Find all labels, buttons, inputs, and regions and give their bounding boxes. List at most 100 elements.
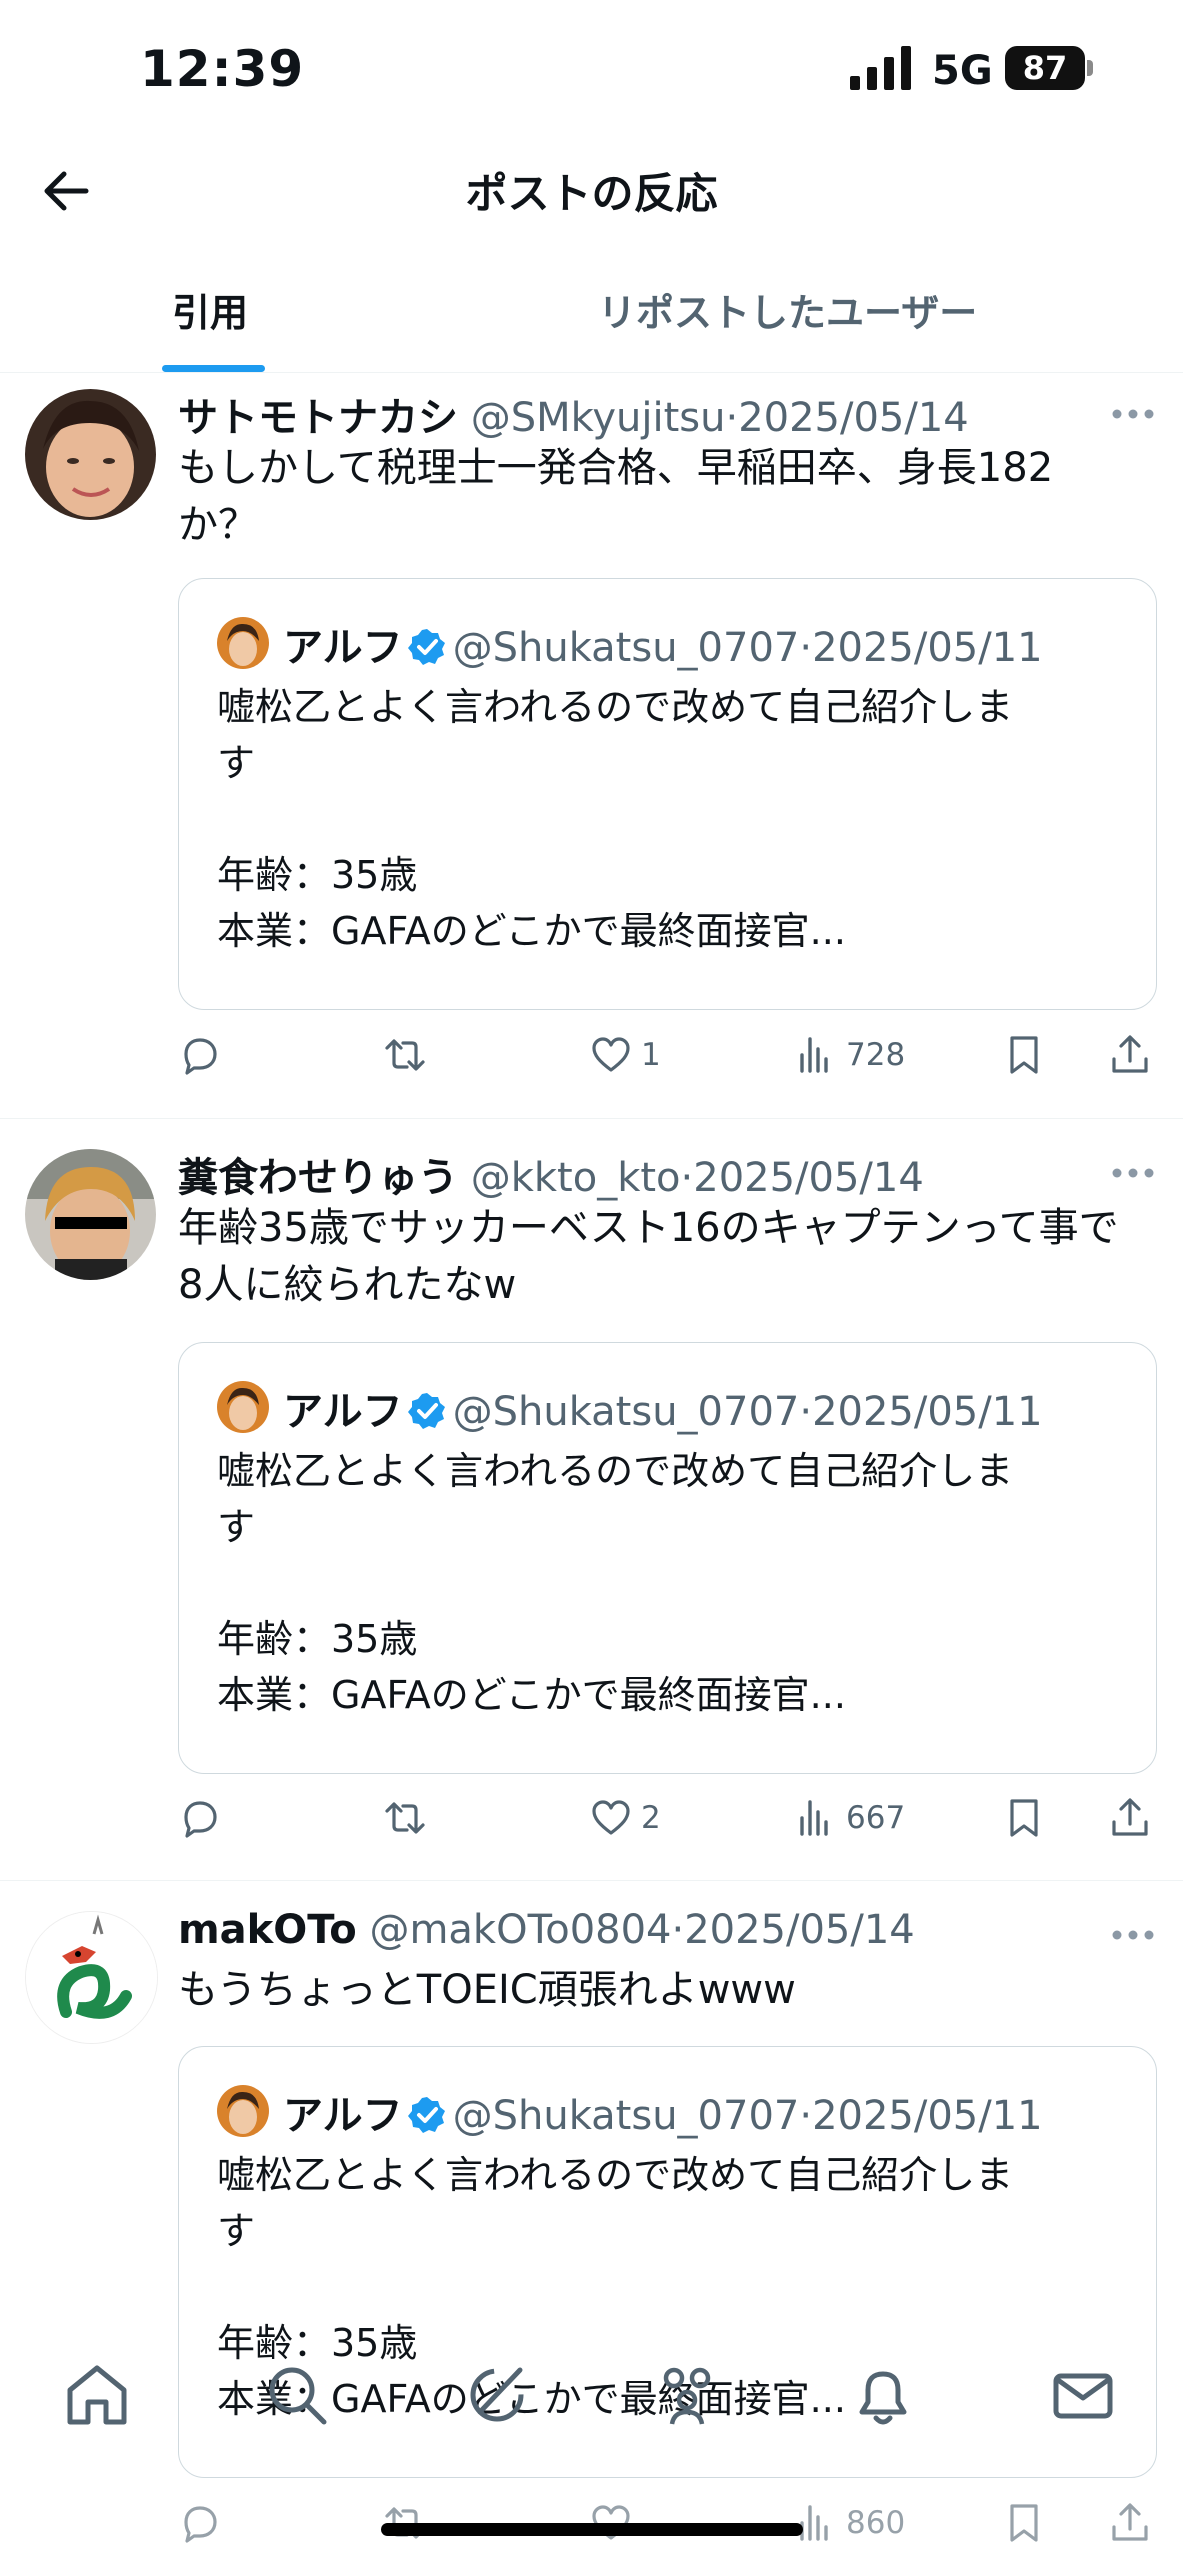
post-text: もうちょっとTOEIC頑張れよwww bbox=[178, 1967, 796, 2013]
post-date[interactable]: 2025/05/14 bbox=[738, 395, 969, 441]
quoted-date: 2025/05/11 bbox=[812, 2093, 1043, 2139]
status-time: 12:39 bbox=[140, 40, 305, 98]
like-count: 1 bbox=[641, 1037, 661, 1073]
separator: · bbox=[680, 1155, 694, 1201]
page-title: ポストの反応 bbox=[465, 169, 718, 218]
battery-level: 87 bbox=[1005, 46, 1085, 90]
quoted-header: アルフ @Shukatsu_0707·2025/05/11 bbox=[283, 615, 1043, 673]
like-button[interactable]: 2 bbox=[589, 1788, 661, 1848]
bookmark-button[interactable] bbox=[1002, 1788, 1046, 1848]
reply-button[interactable] bbox=[178, 1788, 222, 1848]
notifications-icon[interactable] bbox=[848, 2360, 918, 2430]
quoted-display-name: アルフ bbox=[283, 2093, 403, 2139]
home-icon[interactable] bbox=[62, 2360, 132, 2430]
display-name[interactable]: サトモトナカシ bbox=[178, 395, 458, 441]
quoted-text: 嘘松乙とよく言われるので改めて自己紹介しま す 年齢：35歳 本業：GAFAのど… bbox=[217, 685, 1014, 953]
heart-icon bbox=[592, 1037, 630, 1072]
verified-badge-icon bbox=[407, 2097, 445, 2133]
post-text: もしかして税理士一発合格、早稲田卒、身長182 か？ bbox=[178, 445, 1054, 548]
repost-icon bbox=[385, 1802, 425, 1834]
quoted-header: アルフ @Shukatsu_0707·2025/05/11 bbox=[283, 1379, 1043, 1437]
quoted-text: 嘘松乙とよく言われるので改めて自己紹介しま す 年齢：35歳 本業：GAFAのど… bbox=[217, 1449, 1014, 1717]
quoted-avatar bbox=[217, 2085, 269, 2137]
share-button[interactable] bbox=[1108, 1788, 1152, 1848]
heart-icon bbox=[592, 1800, 630, 1835]
post-header: makOTo @makOTo0804·2025/05/14 bbox=[178, 1907, 915, 1953]
quoted-post[interactable]: アルフ @Shukatsu_0707·2025/05/11 嘘松乙とよく言われるの… bbox=[178, 578, 1157, 1010]
repost-icon bbox=[385, 1039, 425, 1071]
header: ポストの反応 bbox=[0, 140, 1183, 240]
avatar[interactable] bbox=[25, 1149, 156, 1280]
bookmark-icon bbox=[1010, 1036, 1038, 1074]
view-count: 667 bbox=[846, 1800, 906, 1836]
quoted-handle: @Shukatsu_0707 bbox=[452, 2093, 800, 2139]
verified-badge-icon bbox=[407, 1393, 445, 1429]
quoted-date: 2025/05/11 bbox=[812, 625, 1043, 671]
battery-cap bbox=[1087, 60, 1093, 76]
active-tab-indicator bbox=[162, 365, 265, 372]
views-button[interactable]: 667 bbox=[794, 1788, 905, 1848]
communities-icon[interactable] bbox=[652, 2360, 722, 2430]
display-name[interactable]: makOTo bbox=[178, 1907, 357, 1953]
quoted-avatar bbox=[217, 1381, 269, 1433]
separator: · bbox=[799, 2093, 813, 2139]
quoted-header: アルフ @Shukatsu_0707·2025/05/11 bbox=[283, 2083, 1043, 2141]
post-item[interactable]: サトモトナカシ @SMkyujitsu·2025/05/14 もしかして税理士一… bbox=[0, 373, 1183, 1119]
quoted-post[interactable]: アルフ @Shukatsu_0707·2025/05/11 嘘松乙とよく言われるの… bbox=[178, 1342, 1157, 1774]
views-icon bbox=[800, 1800, 828, 1836]
post-item[interactable]: 糞食わせりゅう @kkto_kto·2025/05/14 年齢35歳でサッカーベ… bbox=[0, 1118, 1183, 1881]
separator: · bbox=[671, 1907, 685, 1953]
tab-reposts[interactable]: リポストしたユーザー bbox=[598, 282, 977, 337]
network-type: 5G bbox=[932, 48, 993, 94]
views-button[interactable]: 728 bbox=[794, 1025, 905, 1085]
view-count: 728 bbox=[846, 1037, 906, 1073]
action-bar: 2 667 bbox=[0, 1788, 1183, 1848]
action-bar: 1 728 bbox=[0, 1025, 1183, 1085]
separator: · bbox=[799, 1389, 813, 1435]
views-icon bbox=[800, 1037, 828, 1073]
post-date[interactable]: 2025/05/14 bbox=[693, 1155, 924, 1201]
separator: · bbox=[799, 625, 813, 671]
quoted-date: 2025/05/11 bbox=[812, 1389, 1043, 1435]
tab-quotes[interactable]: 引用 bbox=[172, 282, 248, 337]
user-handle[interactable]: @makOTo0804 bbox=[369, 1907, 671, 1953]
quoted-avatar bbox=[217, 617, 269, 669]
battery-icon: 87 bbox=[1005, 46, 1095, 90]
more-dots-icon[interactable] bbox=[1110, 1166, 1156, 1180]
signal-icon bbox=[850, 46, 911, 90]
tab-bar: 引用 リポストしたユーザー bbox=[0, 252, 1183, 373]
user-handle[interactable]: @SMkyujitsu bbox=[471, 395, 726, 441]
user-handle[interactable]: @kkto_kto bbox=[471, 1155, 681, 1201]
avatar[interactable] bbox=[25, 389, 156, 520]
more-dots-icon[interactable] bbox=[1110, 1928, 1156, 1942]
post-date[interactable]: 2025/05/14 bbox=[684, 1907, 915, 1953]
status-bar: 12:39 5G 87 bbox=[0, 0, 1183, 140]
post-text: 年齢35歳でサッカーベスト16のキャプテンって事で 8人に絞られたなw bbox=[178, 1205, 1119, 1308]
quoted-handle: @Shukatsu_0707 bbox=[452, 1389, 800, 1435]
bookmark-button[interactable] bbox=[1002, 1025, 1046, 1085]
verified-badge-icon bbox=[407, 629, 445, 665]
separator: · bbox=[725, 395, 739, 441]
quoted-display-name: アルフ bbox=[283, 1389, 403, 1435]
reply-icon bbox=[184, 1038, 217, 1075]
avatar[interactable] bbox=[25, 1911, 158, 2044]
like-button[interactable]: 1 bbox=[589, 1025, 661, 1085]
share-icon bbox=[1112, 1035, 1148, 1073]
share-icon bbox=[1112, 1798, 1148, 1836]
like-count: 2 bbox=[641, 1800, 661, 1836]
quoted-handle: @Shukatsu_0707 bbox=[452, 625, 800, 671]
repost-button[interactable] bbox=[383, 1025, 427, 1085]
messages-icon[interactable] bbox=[1048, 2360, 1118, 2430]
reply-button[interactable] bbox=[178, 1025, 222, 1085]
share-button[interactable] bbox=[1108, 1025, 1152, 1085]
home-indicator[interactable] bbox=[381, 2523, 803, 2536]
post-header: 糞食わせりゅう @kkto_kto·2025/05/14 bbox=[178, 1145, 924, 1203]
more-dots-icon[interactable] bbox=[1110, 407, 1156, 421]
repost-button[interactable] bbox=[383, 1788, 427, 1848]
grok-icon[interactable] bbox=[462, 2360, 532, 2430]
quoted-display-name: アルフ bbox=[283, 625, 403, 671]
display-name[interactable]: 糞食わせりゅう bbox=[178, 1155, 458, 1201]
reply-icon bbox=[184, 1801, 217, 1838]
bookmark-icon bbox=[1010, 1799, 1038, 1837]
search-icon[interactable] bbox=[262, 2360, 332, 2430]
